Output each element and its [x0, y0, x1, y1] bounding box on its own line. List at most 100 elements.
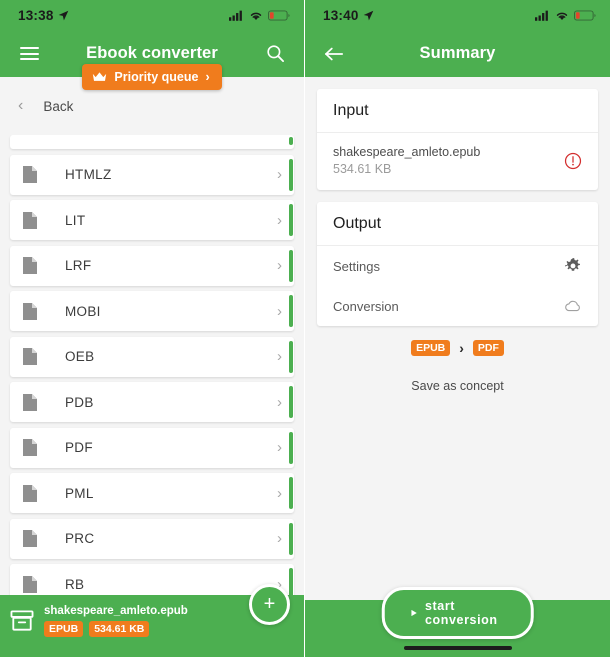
chevron-right-icon: › [277, 484, 282, 502]
input-file-size: 534.61 KB [333, 162, 392, 176]
battery-low-icon [268, 9, 290, 21]
status-time-text-right: 13:40 [323, 7, 359, 23]
status-bar-left: 13:38 [0, 0, 304, 30]
chevron-right-icon: › [277, 257, 282, 274]
scroll-indicator-segment [289, 431, 293, 464]
input-file-name: shakespeare_amleto.epub [333, 145, 481, 159]
format-label: PML [65, 485, 94, 501]
status-icons-left [229, 9, 290, 21]
format-list-item[interactable]: MOBI › [10, 291, 294, 331]
save-as-concept-link[interactable]: Save as concept [317, 379, 598, 393]
list-item-partial[interactable] [10, 135, 294, 149]
scroll-indicator-segment [289, 204, 293, 236]
format-list-item[interactable]: OEB › [10, 336, 294, 377]
format-label: LRF [65, 258, 92, 273]
battery-low-icon [574, 9, 596, 21]
scroll-indicator-segment [289, 340, 293, 373]
flow-arrow-icon: › [459, 340, 464, 356]
format-label: PRC [65, 531, 95, 546]
scroll-indicator-segment [289, 158, 293, 191]
format-label: MOBI [65, 303, 101, 319]
scroll-indicator-segment [289, 137, 293, 145]
document-icon [23, 166, 37, 183]
format-rows: HTMLZ › LIT › LRF › MOBI › OEB › PDB › PDF › PML › PRC › R… [10, 154, 294, 604]
output-heading: Output [317, 202, 598, 246]
output-card: Output Settings Conversion [317, 202, 598, 326]
format-label: OEB [65, 349, 95, 364]
chevron-right-icon: › [277, 348, 282, 365]
page-title-summary: Summary [419, 44, 496, 62]
format-label: LIT [65, 212, 86, 228]
document-icon [23, 530, 37, 547]
document-icon [23, 484, 37, 502]
chevron-left-icon: ‹ [18, 97, 24, 114]
format-list[interactable]: HTMLZ › LIT › LRF › MOBI › OEB › PDB › PDF › PML › PRC › R… [0, 135, 304, 657]
start-conversion-button[interactable]: start conversion [381, 587, 534, 639]
conversion-label: Conversion [333, 298, 399, 314]
output-row-conversion[interactable]: Conversion [317, 286, 598, 326]
wifi-icon [556, 12, 568, 20]
format-list-item[interactable]: PML › [10, 473, 294, 513]
cellular-signal-icon [229, 10, 242, 21]
flow-source-badge[interactable]: EPUB [411, 340, 451, 356]
start-conversion-label: start conversion [424, 599, 498, 627]
add-icon: + [263, 593, 276, 615]
conversion-flow: EPUB › PDF [317, 340, 598, 356]
input-file-texts: shakespeare_amleto.epub 534.61 KB [333, 145, 480, 176]
home-indicator-right [403, 646, 512, 650]
error-exclamation-icon[interactable] [564, 152, 582, 170]
format-label: RB [65, 576, 85, 592]
play-icon [410, 609, 417, 617]
priority-queue-button[interactable]: Priority queue › [82, 64, 222, 90]
flow-target-badge[interactable]: PDF [472, 340, 504, 356]
status-time-right: 13:40 [323, 8, 374, 23]
document-icon [23, 302, 37, 320]
file-size-badge: 534.61 KB [89, 621, 150, 637]
input-card: Input shakespeare_amleto.epub 534.61 KB [317, 89, 598, 190]
cloud-icon[interactable] [564, 297, 582, 315]
arrow-left-icon[interactable] [319, 39, 349, 69]
format-list-item[interactable]: LIT › [10, 200, 294, 240]
document-icon [23, 348, 37, 365]
status-time: 13:38 [18, 8, 69, 23]
chevron-right-icon: › [277, 302, 282, 320]
scroll-indicator-segment [289, 249, 293, 282]
file-format-badge: EPUB [44, 621, 84, 637]
document-icon [23, 439, 37, 456]
crown-icon [93, 72, 107, 81]
status-icons-right [535, 9, 596, 21]
scroll-indicator-segment [289, 477, 293, 509]
chevron-right-icon: › [277, 530, 282, 547]
format-label: PDB [65, 394, 94, 410]
left-content-area: Priority queue › ‹ Back HTMLZ › LIT › LRF › MO… [0, 64, 304, 657]
format-list-item[interactable]: PDB › [10, 382, 294, 422]
selected-file-info: shakespeare_amleto.epub EPUB 534.61 KB [44, 605, 188, 637]
scroll-indicator-segment [289, 386, 293, 418]
document-icon [23, 575, 37, 593]
format-list-item[interactable]: PDF › [10, 427, 294, 468]
status-bar-right: 13:40 [305, 0, 610, 30]
screen-summary: 13:40 Summary Input shakespeare_amleto.e… [305, 0, 610, 657]
format-list-item[interactable]: HTMLZ › [10, 154, 294, 195]
selected-file-name: shakespeare_amleto.epub [44, 605, 188, 617]
add-file-fab[interactable]: + [249, 584, 290, 625]
priority-queue-chevron: › [205, 70, 210, 84]
input-file-row[interactable]: shakespeare_amleto.epub 534.61 KB [317, 133, 598, 190]
format-list-item[interactable]: LRF › [10, 245, 294, 286]
chevron-right-icon: › [277, 393, 282, 411]
gear-icon[interactable] [564, 257, 582, 275]
selected-file-badges: EPUB 534.61 KB [44, 621, 188, 637]
format-list-item[interactable]: PRC › [10, 518, 294, 559]
chevron-right-icon: › [277, 211, 282, 229]
format-label: HTMLZ [65, 167, 112, 182]
output-row-settings[interactable]: Settings [317, 246, 598, 286]
document-icon [23, 257, 37, 274]
priority-queue-label: Priority queue [114, 70, 199, 84]
chevron-right-icon: › [277, 439, 282, 456]
app-bar-right: Summary [305, 30, 610, 77]
dual-screenshot-container: 13:38 Ebook converter Priority queue › ‹… [0, 0, 610, 657]
cellular-signal-icon [535, 10, 548, 21]
priority-queue-wrap: Priority queue › [0, 64, 304, 90]
start-conversion-area: start conversion [305, 580, 610, 657]
chevron-right-icon: › [277, 166, 282, 183]
